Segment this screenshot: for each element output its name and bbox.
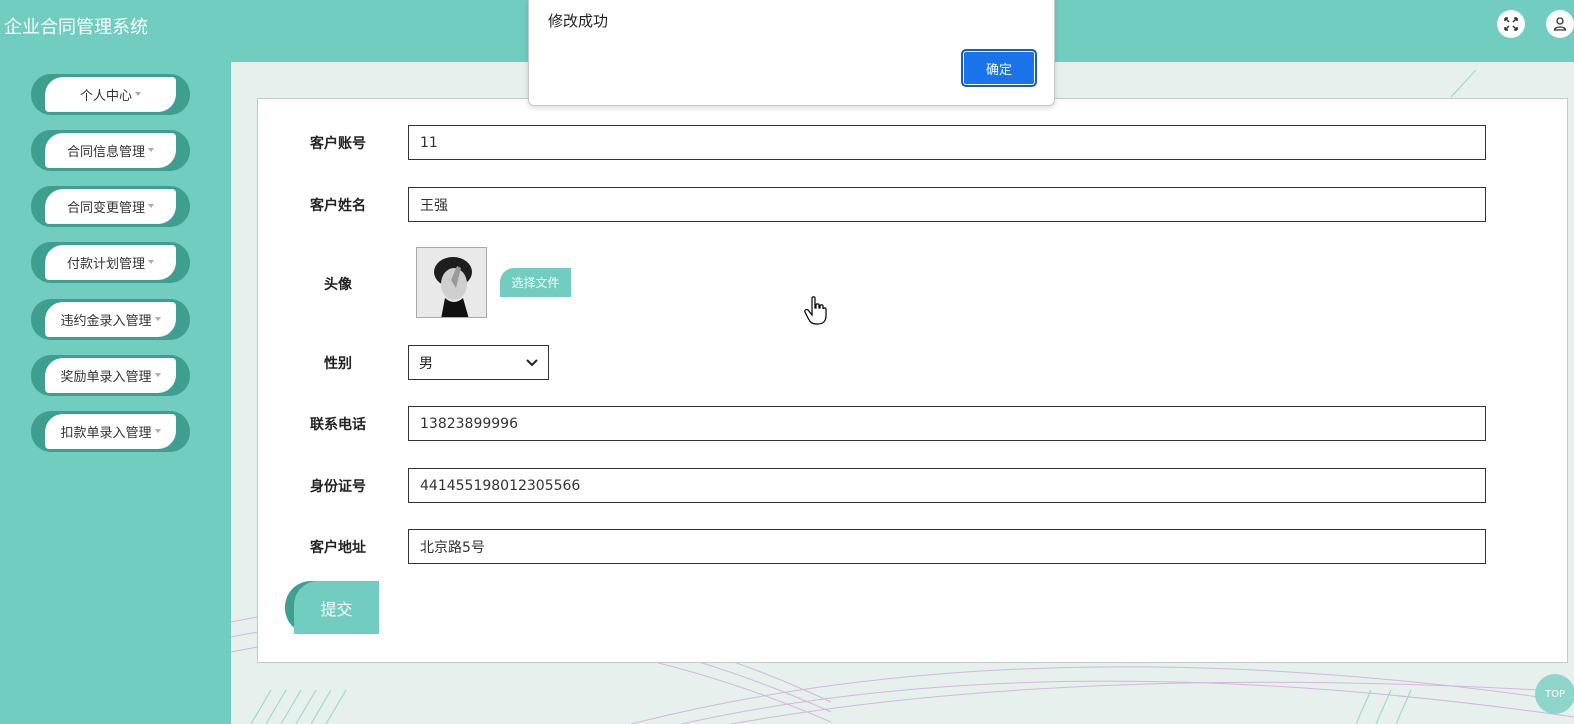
sidebar-item-reward[interactable]: 奖励单录入管理 bbox=[31, 355, 190, 396]
fullscreen-button[interactable] bbox=[1497, 10, 1525, 38]
sidebar-item-contract-change[interactable]: 合同变更管理 bbox=[31, 186, 190, 227]
chevron-down-icon bbox=[526, 358, 538, 366]
idcard-label: 身份证号 bbox=[310, 479, 366, 495]
caret-down-icon bbox=[154, 428, 161, 433]
app-title: 企业合同管理系统 bbox=[4, 17, 148, 38]
avatar-photo bbox=[417, 248, 486, 317]
sidebar-item-contract-info[interactable]: 合同信息管理 bbox=[31, 130, 190, 171]
form-row-account: 客户账号 bbox=[258, 125, 1569, 160]
sidebar-item-label: 奖励单录入管理 bbox=[60, 370, 152, 385]
profile-form: 客户账号 客户姓名 头像 选择文件 性别 男 联系电话 身份证号 客户地址 bbox=[257, 98, 1568, 663]
form-row-name: 客户姓名 bbox=[258, 187, 1569, 222]
name-input[interactable] bbox=[408, 187, 1486, 222]
dialog-message: 修改成功 bbox=[548, 12, 609, 30]
sidebar-item-penalty[interactable]: 违约金录入管理 bbox=[31, 299, 190, 340]
address-label: 客户地址 bbox=[310, 540, 366, 556]
submit-button[interactable]: 提交 bbox=[294, 581, 379, 634]
caret-down-icon bbox=[148, 203, 154, 208]
choose-file-button[interactable]: 选择文件 bbox=[500, 268, 571, 297]
avatar-image bbox=[416, 247, 487, 318]
sidebar-item-label: 付款计划管理 bbox=[66, 257, 145, 272]
caret-down-icon bbox=[135, 91, 141, 96]
user-icon bbox=[1553, 17, 1567, 31]
idcard-input[interactable] bbox=[408, 468, 1486, 503]
dialog-ok-button[interactable]: 确定 bbox=[961, 49, 1037, 87]
form-row-address: 客户地址 bbox=[258, 529, 1569, 564]
back-to-top-button[interactable]: TOP bbox=[1535, 674, 1574, 714]
caret-down-icon bbox=[148, 259, 154, 264]
gender-selected-value: 男 bbox=[419, 355, 433, 372]
sidebar: 个人中心 合同信息管理 合同变更管理 付款计划管理 违约金录入管理 奖励单录入管… bbox=[0, 62, 231, 724]
user-button[interactable] bbox=[1546, 10, 1574, 38]
hand-cursor-icon bbox=[804, 296, 827, 325]
sidebar-item-profile[interactable]: 个人中心 bbox=[31, 74, 190, 115]
address-input[interactable] bbox=[408, 529, 1486, 564]
sidebar-item-payment-plan[interactable]: 付款计划管理 bbox=[31, 242, 190, 283]
fullscreen-icon bbox=[1504, 17, 1518, 31]
caret-down-icon bbox=[148, 147, 154, 152]
form-row-idcard: 身份证号 bbox=[258, 468, 1569, 503]
caret-down-icon bbox=[154, 372, 161, 377]
sidebar-item-label: 合同信息管理 bbox=[66, 145, 145, 160]
sidebar-item-label: 合同变更管理 bbox=[66, 201, 145, 216]
account-label: 客户账号 bbox=[310, 136, 366, 152]
caret-down-icon bbox=[154, 316, 161, 321]
form-row-gender: 性别 男 bbox=[258, 345, 1569, 380]
submit-button-wrap[interactable]: 提交 bbox=[285, 581, 379, 634]
phone-input[interactable] bbox=[408, 406, 1486, 441]
sidebar-item-deduction[interactable]: 扣款单录入管理 bbox=[31, 411, 190, 452]
back-to-top-label: TOP bbox=[1544, 688, 1565, 700]
sidebar-item-label: 违约金录入管理 bbox=[60, 314, 152, 329]
gender-select[interactable]: 男 bbox=[408, 345, 549, 380]
account-input[interactable] bbox=[408, 125, 1486, 160]
sidebar-item-label: 个人中心 bbox=[79, 89, 132, 104]
sidebar-item-label: 扣款单录入管理 bbox=[60, 426, 152, 441]
name-label: 客户姓名 bbox=[310, 198, 366, 214]
phone-label: 联系电话 bbox=[310, 417, 366, 433]
gender-label: 性别 bbox=[324, 356, 352, 372]
alert-dialog: 修改成功 确定 bbox=[528, 0, 1055, 106]
form-row-phone: 联系电话 bbox=[258, 406, 1569, 441]
avatar-label: 头像 bbox=[324, 277, 352, 293]
